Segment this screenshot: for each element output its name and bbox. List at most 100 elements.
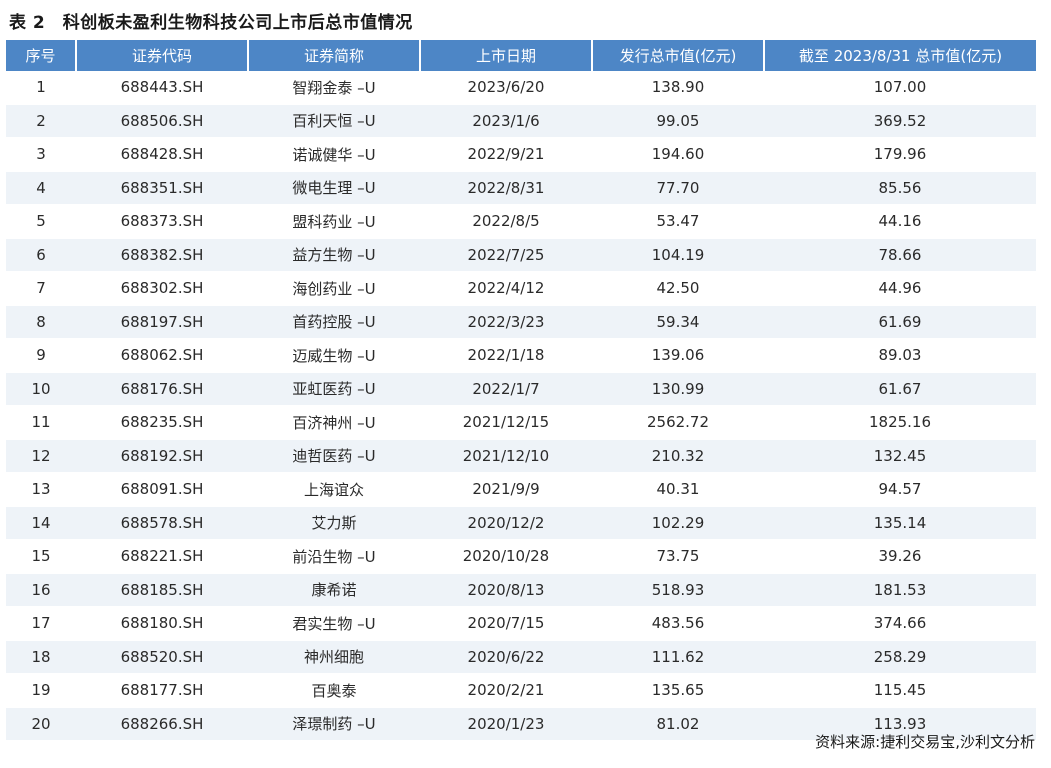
cell-issue-market-cap: 135.65 — [592, 673, 764, 708]
table-row: 15 688221.SH 前沿生物 –U 2020/10/28 73.75 39.26 — [6, 539, 1036, 574]
cell-listing-date: 2022/9/21 — [420, 137, 592, 172]
cell-issue-market-cap: 99.05 — [592, 104, 764, 138]
market-cap-table-container: 序号 证券代码 证券简称 上市日期 发行总市值(亿元) 截至 2023/8/31… — [6, 40, 1036, 740]
cell-listing-date: 2022/1/7 — [420, 372, 592, 406]
table-row: 4 688351.SH 微电生理 –U 2022/8/31 77.70 85.56 — [6, 171, 1036, 205]
cell-security-code: 688266.SH — [76, 707, 248, 740]
cell-current-market-cap: 179.96 — [764, 137, 1036, 172]
cell-issue-market-cap: 102.29 — [592, 506, 764, 540]
table-row: 9 688062.SH 迈威生物 –U 2022/1/18 139.06 89.03 — [6, 338, 1036, 373]
cell-issue-market-cap: 42.50 — [592, 271, 764, 306]
cell-security-code: 688382.SH — [76, 238, 248, 272]
cell-current-market-cap: 135.14 — [764, 506, 1036, 540]
cell-index: 4 — [6, 171, 76, 205]
table-title: 表 2 科创板未盈利生物科技公司上市后总市值情况 — [9, 13, 413, 33]
cell-current-market-cap: 258.29 — [764, 640, 1036, 674]
table-row: 3 688428.SH 诺诚健华 –U 2022/9/21 194.60 179.96 — [6, 137, 1036, 172]
table-row: 17 688180.SH 君实生物 –U 2020/7/15 483.56 374.66 — [6, 606, 1036, 641]
cell-index: 15 — [6, 539, 76, 574]
cell-security-name: 海创药业 –U — [248, 271, 420, 306]
table-body: 1 688443.SH 智翔金泰 –U 2023/6/20 138.90 107.00 2 6… — [6, 71, 1036, 740]
cell-security-name: 益方生物 –U — [248, 238, 420, 272]
cell-security-name: 迪哲医药 –U — [248, 439, 420, 473]
cell-security-code: 688176.SH — [76, 372, 248, 406]
cell-current-market-cap: 44.96 — [764, 271, 1036, 306]
cell-issue-market-cap: 104.19 — [592, 238, 764, 272]
cell-security-code: 688180.SH — [76, 606, 248, 641]
table-row: 7 688302.SH 海创药业 –U 2022/4/12 42.50 44.96 — [6, 271, 1036, 306]
cell-index: 2 — [6, 104, 76, 138]
cell-security-name: 前沿生物 –U — [248, 539, 420, 574]
cell-listing-date: 2022/8/31 — [420, 171, 592, 205]
cell-issue-market-cap: 81.02 — [592, 707, 764, 740]
cell-security-code: 688091.SH — [76, 472, 248, 507]
cell-index: 13 — [6, 472, 76, 507]
cell-security-name: 首药控股 –U — [248, 305, 420, 339]
cell-current-market-cap: 369.52 — [764, 104, 1036, 138]
cell-security-code: 688373.SH — [76, 204, 248, 239]
header-issue-market-cap: 发行总市值(亿元) — [592, 40, 765, 71]
cell-listing-date: 2022/4/12 — [420, 271, 592, 306]
cell-listing-date: 2022/8/5 — [420, 204, 592, 239]
cell-security-code: 688578.SH — [76, 506, 248, 540]
cell-security-code: 688302.SH — [76, 271, 248, 306]
cell-issue-market-cap: 111.62 — [592, 640, 764, 674]
cell-issue-market-cap: 138.90 — [592, 71, 764, 105]
cell-security-code: 688443.SH — [76, 71, 248, 105]
header-security-name: 证券简称 — [248, 40, 421, 71]
header-current-market-cap: 截至 2023/8/31 总市值(亿元) — [764, 40, 1036, 71]
header-security-code: 证券代码 — [76, 40, 249, 71]
cell-listing-date: 2020/6/22 — [420, 640, 592, 674]
cell-security-code: 688197.SH — [76, 305, 248, 339]
cell-index: 7 — [6, 271, 76, 306]
cell-issue-market-cap: 40.31 — [592, 472, 764, 507]
cell-security-name: 智翔金泰 –U — [248, 71, 420, 105]
table-row: 14 688578.SH 艾力斯 2020/12/2 102.29 135.14 — [6, 506, 1036, 540]
cell-index: 9 — [6, 338, 76, 373]
cell-listing-date: 2022/7/25 — [420, 238, 592, 272]
market-cap-table: 序号 证券代码 证券简称 上市日期 发行总市值(亿元) 截至 2023/8/31… — [6, 40, 1036, 740]
cell-security-name: 亚虹医药 –U — [248, 372, 420, 406]
cell-security-code: 688506.SH — [76, 104, 248, 138]
document-page: 表 2 科创板未盈利生物科技公司上市后总市值情况 序号 证券代码 证券简称 上市… — [0, 0, 1051, 768]
cell-security-name: 君实生物 –U — [248, 606, 420, 641]
cell-security-code: 688235.SH — [76, 405, 248, 440]
cell-security-name: 诺诚健华 –U — [248, 137, 420, 172]
cell-listing-date: 2022/3/23 — [420, 305, 592, 339]
cell-current-market-cap: 44.16 — [764, 204, 1036, 239]
cell-security-name: 神州细胞 — [248, 640, 420, 674]
cell-security-name: 上海谊众 — [248, 472, 420, 507]
cell-current-market-cap: 115.45 — [764, 673, 1036, 708]
cell-current-market-cap: 61.67 — [764, 372, 1036, 406]
table-row: 2 688506.SH 百利天恒 –U 2023/1/6 99.05 369.52 — [6, 104, 1036, 138]
cell-listing-date: 2020/8/13 — [420, 573, 592, 607]
cell-index: 12 — [6, 439, 76, 473]
cell-security-code: 688192.SH — [76, 439, 248, 473]
header-listing-date: 上市日期 — [420, 40, 593, 71]
source-note: 资料来源:捷利交易宝,沙利文分析 — [815, 733, 1035, 751]
table-header-row: 序号 证券代码 证券简称 上市日期 发行总市值(亿元) 截至 2023/8/31… — [6, 40, 1036, 71]
cell-index: 18 — [6, 640, 76, 674]
table-row: 8 688197.SH 首药控股 –U 2022/3/23 59.34 61.69 — [6, 305, 1036, 339]
cell-security-name: 盟科药业 –U — [248, 204, 420, 239]
table-row: 10 688176.SH 亚虹医药 –U 2022/1/7 130.99 61.67 — [6, 372, 1036, 406]
cell-current-market-cap: 89.03 — [764, 338, 1036, 373]
cell-current-market-cap: 181.53 — [764, 573, 1036, 607]
cell-current-market-cap: 107.00 — [764, 71, 1036, 105]
cell-security-code: 688062.SH — [76, 338, 248, 373]
cell-current-market-cap: 85.56 — [764, 171, 1036, 205]
cell-listing-date: 2022/1/18 — [420, 338, 592, 373]
cell-issue-market-cap: 59.34 — [592, 305, 764, 339]
cell-current-market-cap: 374.66 — [764, 606, 1036, 641]
cell-issue-market-cap: 518.93 — [592, 573, 764, 607]
table-row: 5 688373.SH 盟科药业 –U 2022/8/5 53.47 44.16 — [6, 204, 1036, 239]
cell-index: 8 — [6, 305, 76, 339]
cell-listing-date: 2021/12/10 — [420, 439, 592, 473]
table-row: 12 688192.SH 迪哲医药 –U 2021/12/10 210.32 132.45 — [6, 439, 1036, 473]
cell-index: 16 — [6, 573, 76, 607]
cell-issue-market-cap: 130.99 — [592, 372, 764, 406]
table-row: 6 688382.SH 益方生物 –U 2022/7/25 104.19 78.66 — [6, 238, 1036, 272]
cell-issue-market-cap: 53.47 — [592, 204, 764, 239]
cell-issue-market-cap: 77.70 — [592, 171, 764, 205]
cell-security-name: 微电生理 –U — [248, 171, 420, 205]
